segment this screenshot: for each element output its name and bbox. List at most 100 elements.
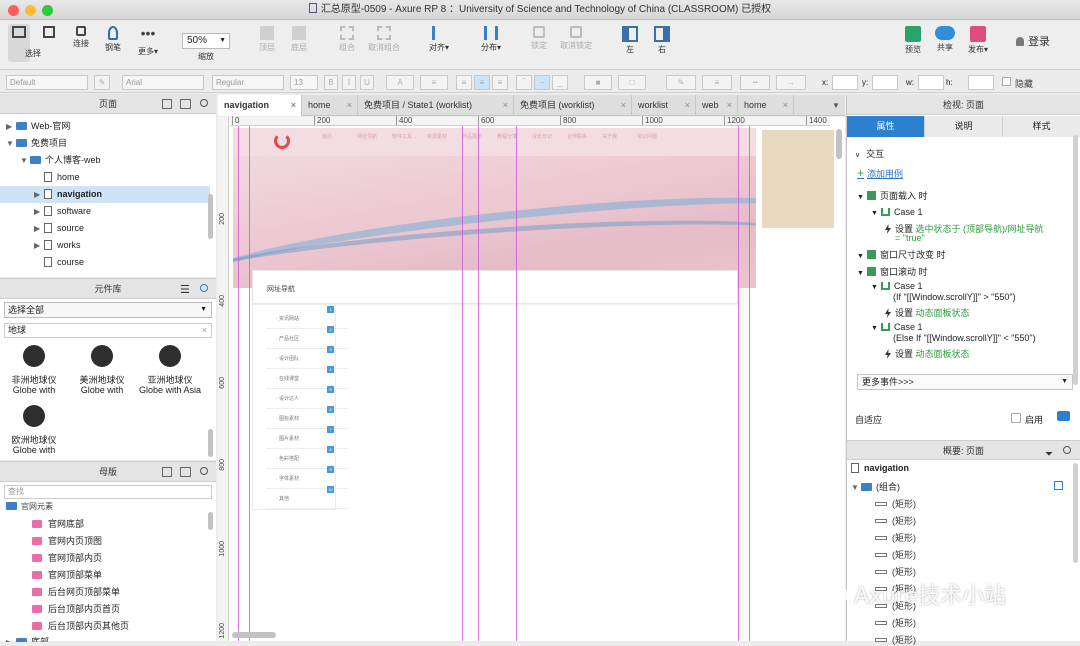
master-item[interactable]: 后台顶部内页其他页 <box>32 619 129 632</box>
list-icon[interactable]: ≡ <box>420 75 448 90</box>
more-button[interactable]: ••• 更多▾ <box>134 26 162 57</box>
tab-1[interactable]: home × <box>302 95 358 116</box>
chevron-down-icon[interactable]: ▼ <box>20 152 30 169</box>
side-menu-item[interactable]: · 设计团队 <box>266 349 347 369</box>
master-item[interactable]: 后台网页顶部菜单 <box>32 585 120 598</box>
pages-scrollbar[interactable] <box>208 194 213 239</box>
publish-button[interactable]: 发布▾ <box>964 26 992 55</box>
add-master-icon[interactable] <box>162 467 172 477</box>
event-cond[interactable]: (Else If "[[Window.scrollY]]" < "550") <box>893 333 1036 343</box>
tab-properties[interactable]: 属性 <box>847 116 924 137</box>
align-button[interactable]: 对齐▾ <box>424 26 454 53</box>
login-button[interactable]: 登录 <box>1016 33 1050 49</box>
add-folder-icon[interactable] <box>180 467 191 477</box>
more-events-select[interactable]: 更多事件>>> ▼ <box>857 374 1073 390</box>
add-folder-icon[interactable] <box>180 99 191 109</box>
side-menu-item[interactable]: · 其他 <box>266 489 347 509</box>
close-icon[interactable]: × <box>621 95 626 116</box>
align-text-right-icon[interactable]: ≡ <box>492 75 508 90</box>
clear-icon[interactable]: × <box>202 324 207 337</box>
outline-rect-item[interactable]: (矩形) <box>875 565 916 578</box>
close-icon[interactable]: × <box>503 95 508 116</box>
page-tree-item[interactable]: ▼ 个人博客-web <box>0 152 210 169</box>
fill-color-icon[interactable]: ■ <box>584 75 612 90</box>
x-input[interactable] <box>832 75 858 90</box>
h-input[interactable] <box>968 75 994 90</box>
guide-line[interactable] <box>738 117 739 641</box>
nav-item[interactable]: 网址导航 <box>357 133 377 140</box>
library-select[interactable]: 选择全部 ▼ <box>4 302 212 318</box>
event-case[interactable]: ▼ Case 1 <box>871 281 922 291</box>
tab-6[interactable]: home × <box>738 95 794 116</box>
line-style-icon[interactable]: ┅ <box>740 75 770 90</box>
outline-rect-item[interactable]: (矩形) <box>875 531 916 544</box>
hidden-checkbox[interactable] <box>1002 77 1011 86</box>
interaction-section[interactable]: ∨ 交互 <box>855 147 884 160</box>
search-icon[interactable] <box>200 467 208 475</box>
side-menu-item[interactable]: · 设计达人 <box>266 389 347 409</box>
tabs-overflow-button[interactable]: ▼ <box>828 95 844 116</box>
group-button[interactable]: 组合 <box>336 26 358 53</box>
outline-rect-item[interactable]: (矩形) <box>875 633 916 646</box>
add-page-icon[interactable] <box>162 99 172 109</box>
side-menu-item[interactable]: · 产品社区 <box>266 329 347 349</box>
guide-line[interactable] <box>249 117 250 641</box>
zoom-select[interactable]: 50% ▼ <box>182 33 230 49</box>
search-icon[interactable] <box>200 99 208 107</box>
nav-item[interactable]: 作品展示 <box>462 133 482 140</box>
line-color-icon[interactable]: ✎ <box>666 75 696 90</box>
widget-item[interactable]: 非洲地球仪 Globe with <box>0 345 68 397</box>
frame-select-button[interactable] <box>40 26 58 40</box>
send-to-bottom-button[interactable]: 底层 <box>288 26 310 53</box>
valign-top-icon[interactable]: ‾ <box>516 75 532 90</box>
shadow-icon[interactable]: □ <box>618 75 646 90</box>
event-action[interactable]: 设置 动态面板状态 <box>885 347 970 360</box>
bring-to-top-button[interactable]: 顶层 <box>256 26 278 53</box>
guide-line[interactable] <box>749 117 750 641</box>
master-item[interactable]: 官网内页顶图 <box>32 534 102 547</box>
master-item[interactable]: 后台顶部内页首页 <box>32 602 120 615</box>
side-menu-item[interactable]: · 色彩搭配 <box>266 449 347 469</box>
page-tree-item[interactable]: ▼ 免费项目 <box>0 135 210 152</box>
close-icon[interactable]: × <box>685 95 690 116</box>
canvas-vertical-scrollbar[interactable] <box>836 129 842 159</box>
event-event[interactable]: ▼ 页面载入 时 <box>857 189 927 202</box>
adaptive-settings-icon[interactable] <box>1057 411 1070 421</box>
library-search-input[interactable]: 地球 × <box>4 323 212 338</box>
guide-line[interactable] <box>462 117 463 641</box>
valign-middle-icon[interactable]: − <box>534 75 550 90</box>
nav-item[interactable]: 成长日记 <box>532 133 552 140</box>
widget-item[interactable]: 亚洲地球仪 Globe with Asia <box>136 345 204 397</box>
inspector-scrollbar[interactable] <box>1073 135 1078 385</box>
masters-scrollbar[interactable] <box>208 512 213 530</box>
arrow-style-icon[interactable]: → <box>776 75 806 90</box>
font-select[interactable]: Arial <box>122 75 204 90</box>
chevron-right-icon[interactable]: ▶ <box>34 186 44 203</box>
close-icon[interactable]: × <box>347 95 352 116</box>
chevron-right-icon[interactable]: ▶ <box>34 220 44 237</box>
zoom-window-button[interactable] <box>42 5 53 16</box>
nav-item[interactable]: 常识问题 <box>637 133 657 140</box>
event-case[interactable]: ▼ Case 1 <box>871 322 922 332</box>
nav-item[interactable]: 资源素材 <box>427 133 447 140</box>
page-tree-item[interactable]: ▶ Web-官网 <box>0 118 210 135</box>
side-menu-item[interactable]: · 字体素材 <box>266 469 347 489</box>
left-panel-toggle[interactable]: 左 <box>620 26 640 55</box>
page-tree-item[interactable]: ▶ works <box>0 237 210 254</box>
nav-item[interactable]: 教程分享 <box>497 133 517 140</box>
group-select-icon[interactable] <box>1054 481 1063 490</box>
guide-line[interactable] <box>238 117 239 641</box>
guide-line[interactable] <box>478 117 479 641</box>
page-tree-item[interactable]: ▶ navigation <box>0 186 210 203</box>
side-menu-item[interactable]: · 资讯网站 <box>266 309 347 329</box>
chevron-down-icon[interactable]: ▼ <box>6 135 16 152</box>
underline-icon[interactable]: U <box>360 75 374 90</box>
preview-button[interactable]: 预览 <box>902 26 924 55</box>
page-tree-item[interactable]: course <box>0 254 210 271</box>
guide-line[interactable] <box>516 117 517 641</box>
outline-rect-item[interactable]: (矩形) <box>875 548 916 561</box>
master-item[interactable]: 官网顶部内页 <box>32 551 102 564</box>
nav-item[interactable]: 软件工具 <box>392 133 412 140</box>
tab-0[interactable]: navigation × <box>218 95 302 116</box>
unlock-button[interactable]: 取消锁定 <box>558 26 594 51</box>
